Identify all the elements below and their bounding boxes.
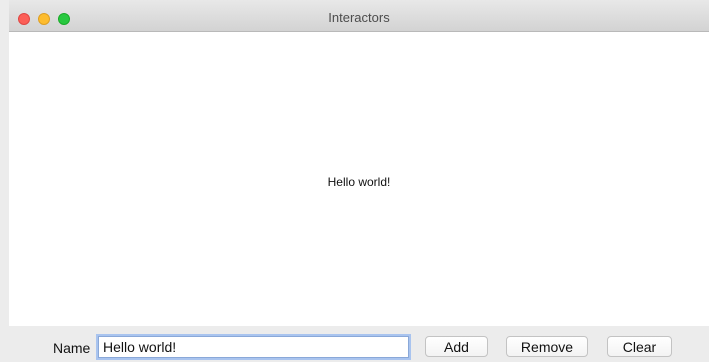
clear-button[interactable]: Clear xyxy=(607,336,672,357)
name-label: Name xyxy=(53,340,91,356)
window-title: Interactors xyxy=(328,10,390,25)
canvas-text: Hello world! xyxy=(327,175,391,189)
remove-button[interactable]: Remove xyxy=(506,336,588,357)
name-input[interactable] xyxy=(98,336,409,358)
add-button[interactable]: Add xyxy=(425,336,488,357)
drawing-canvas[interactable]: Hello world! xyxy=(9,32,709,326)
app-window: Interactors Hello world! Name Add Remove… xyxy=(9,0,709,362)
title-bar[interactable]: Interactors xyxy=(9,0,709,32)
control-bar: Name Add Remove Clear xyxy=(9,326,709,362)
